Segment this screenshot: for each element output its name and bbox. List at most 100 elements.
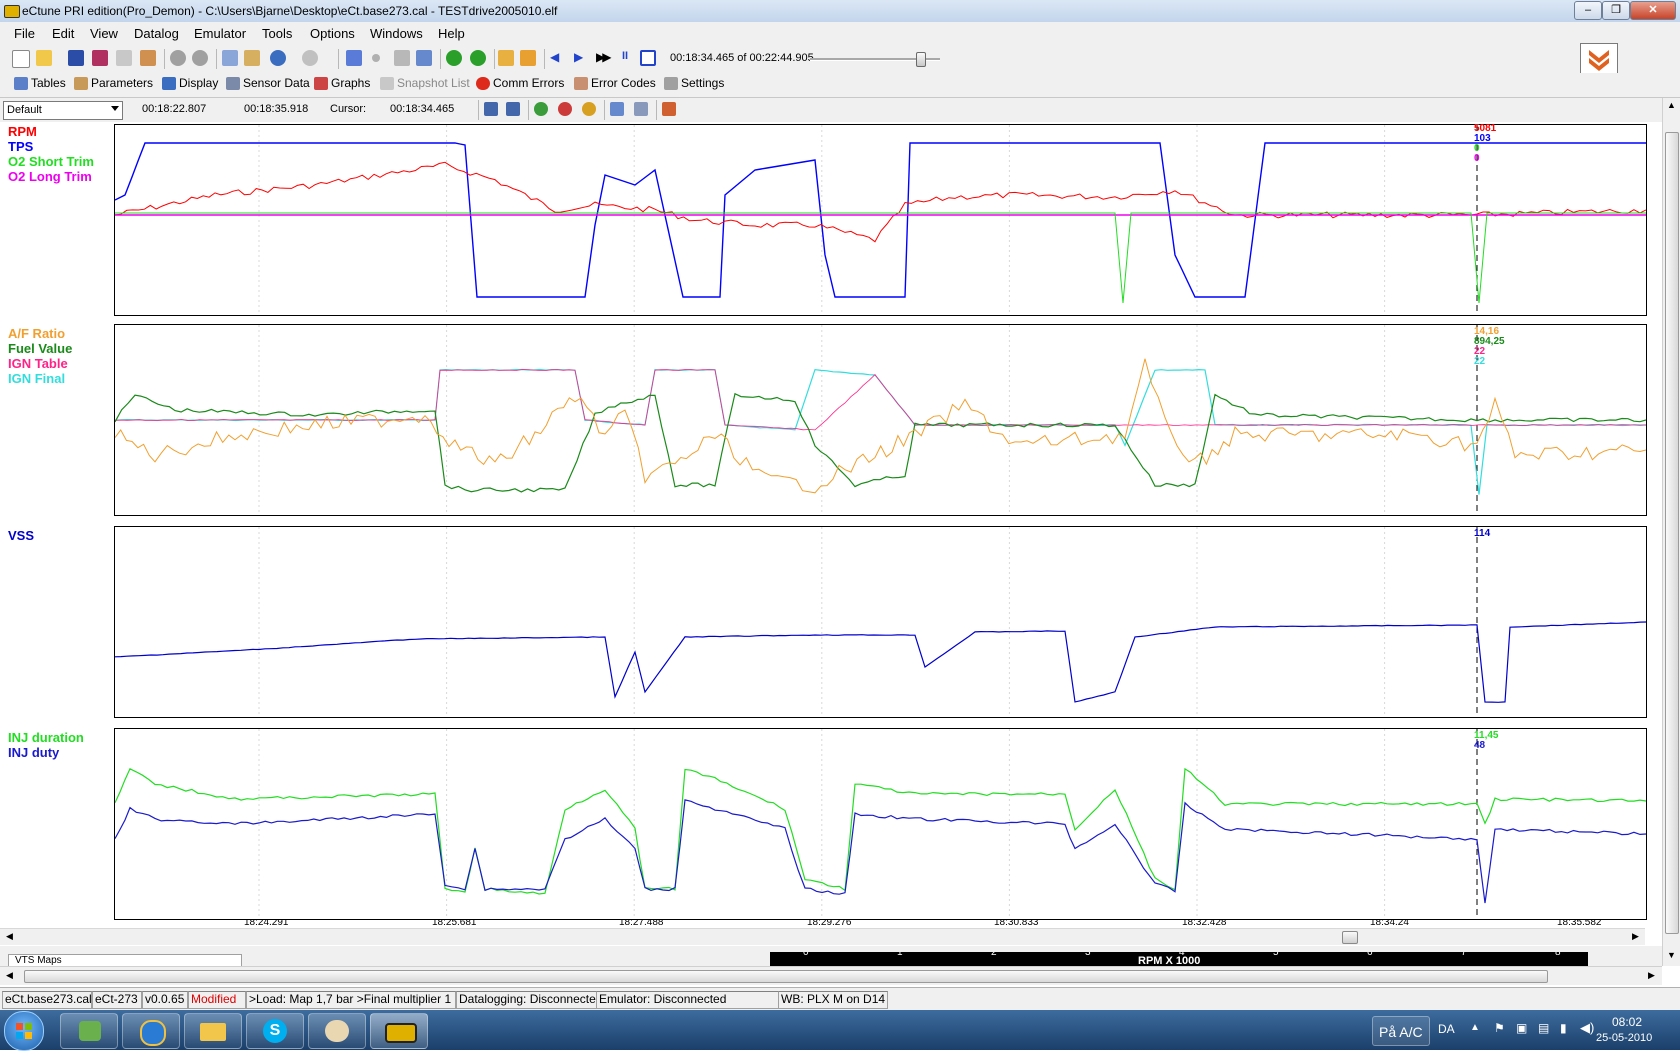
language-indicator[interactable]: DA [1438, 1022, 1455, 1036]
flag-icon[interactable]: ⚑ [1494, 1021, 1505, 1035]
connect-icon[interactable] [446, 50, 462, 66]
open-log-icon[interactable] [498, 50, 514, 66]
add-marker-icon[interactable] [610, 102, 624, 116]
restore-button[interactable]: ❐ [1602, 1, 1630, 20]
save-as-icon[interactable] [92, 50, 108, 66]
power-icon[interactable]: ▮ [1560, 1021, 1567, 1035]
taskbar-paint[interactable] [308, 1013, 366, 1049]
graphs-button[interactable]: Graphs [314, 76, 370, 90]
graph-panel-af-fuel-ign[interactable] [114, 324, 1647, 516]
volume-icon[interactable]: ◀) [1580, 1020, 1594, 1036]
taskbar-ie[interactable] [122, 1013, 180, 1049]
copy-icon[interactable] [222, 50, 238, 66]
datalog-graph-area[interactable]: RPM TPS O2 Short Trim O2 Long Trim 5081 … [0, 122, 1662, 934]
ac-status-button[interactable]: På A/C [1372, 1016, 1430, 1046]
align-left-icon[interactable] [484, 102, 498, 116]
display-button[interactable]: Display [162, 76, 218, 90]
scroll-right-icon[interactable]: ▶ [1648, 970, 1655, 981]
taskbar-skype[interactable]: S [246, 1013, 304, 1049]
save-log-icon[interactable] [520, 50, 536, 66]
menu-windows[interactable]: Windows [370, 26, 423, 41]
scroll-thumb[interactable] [1342, 931, 1358, 944]
paste-icon[interactable] [244, 50, 260, 66]
chip-burn-icon[interactable] [192, 50, 208, 66]
start-button[interactable] [4, 1011, 44, 1051]
scroll-down-icon[interactable]: ▼ [1667, 950, 1676, 960]
pause-icon[interactable]: II [622, 50, 638, 66]
play-icon[interactable]: ▶ [574, 50, 590, 66]
menu-help[interactable]: Help [438, 26, 465, 41]
graph-panel-vss[interactable] [114, 526, 1647, 718]
save-icon[interactable] [68, 50, 84, 66]
open-folder-icon[interactable] [36, 50, 52, 66]
stop-icon[interactable] [640, 50, 656, 66]
menu-edit[interactable]: Edit [52, 26, 74, 41]
window-horizontal-scrollbar[interactable]: ◀ ▶ [0, 966, 1662, 985]
undo-icon[interactable] [270, 50, 286, 66]
minimize-button[interactable]: – [1574, 1, 1602, 20]
parameters-button[interactable]: Parameters [74, 76, 153, 90]
cursor-value-inj-duty: 48 [1474, 740, 1486, 751]
error-codes-button[interactable]: Error Codes [574, 76, 656, 90]
zoom-out-icon[interactable] [558, 102, 572, 116]
import-icon[interactable] [140, 50, 156, 66]
ac-status-text: På A/C [1379, 1024, 1423, 1040]
network-tray-icon[interactable]: ▤ [1538, 1021, 1549, 1035]
pen-icon[interactable] [346, 50, 362, 66]
legend-panel-2: A/F Ratio Fuel Value IGN Table IGN Final [8, 326, 72, 386]
menu-datalog[interactable]: Datalog [134, 26, 179, 41]
settings-button[interactable]: Settings [664, 76, 724, 90]
compare-icon[interactable] [116, 50, 132, 66]
graph-preset-select[interactable]: Default [3, 101, 123, 120]
step-back-icon[interactable]: ◀ [550, 50, 566, 66]
window-scroll-thumb[interactable] [24, 970, 1548, 983]
snapshot-list-button[interactable]: Snapshot List [380, 76, 470, 90]
menu-file[interactable]: File [14, 26, 35, 41]
status-app-version: v0.0.65 [142, 991, 188, 1009]
record-icon[interactable] [372, 54, 380, 62]
zoom-reset-icon[interactable] [582, 102, 596, 116]
redo-icon[interactable] [302, 50, 318, 66]
graph-panel-inj[interactable] [114, 728, 1647, 920]
tray-app-icon[interactable]: ▣ [1516, 1021, 1527, 1035]
menu-options[interactable]: Options [310, 26, 355, 41]
close-button[interactable]: ✕ [1630, 1, 1676, 20]
taskbar-network-app[interactable] [60, 1013, 118, 1049]
zoom-in-icon[interactable] [534, 102, 548, 116]
graph-settings-icon[interactable] [662, 102, 676, 116]
scroll-right-icon[interactable]: ▶ [1632, 931, 1639, 942]
playback-slider[interactable] [810, 52, 940, 67]
new-file-icon[interactable] [12, 50, 30, 68]
taskbar-ectune[interactable] [370, 1013, 428, 1049]
vertical-scroll-thumb[interactable] [1665, 132, 1679, 934]
scroll-left-icon[interactable]: ◀ [6, 970, 13, 981]
tables-button[interactable]: Tables [14, 76, 66, 90]
menu-tools[interactable]: Tools [262, 26, 292, 41]
menu-view[interactable]: View [90, 26, 118, 41]
chip-icon[interactable] [170, 50, 186, 66]
vertical-scrollbar[interactable]: ▲ ▼ [1662, 98, 1680, 966]
clock-date[interactable]: 25-05-2010 [1596, 1032, 1652, 1044]
slider-thumb[interactable] [916, 52, 926, 67]
scroll-left-icon[interactable]: ◀ [6, 931, 13, 942]
clock-time[interactable]: 08:02 [1612, 1015, 1642, 1029]
graph-horizontal-scrollbar[interactable]: ◀ ▶ [0, 928, 1645, 945]
disk-icon[interactable] [394, 50, 410, 66]
fast-forward-icon[interactable]: ▶▶ [596, 50, 612, 66]
taskbar-explorer[interactable] [184, 1013, 242, 1049]
refresh-icon[interactable] [470, 50, 486, 66]
graph-panel-rpm-tps[interactable] [114, 124, 1647, 316]
comm-errors-button[interactable]: Comm Errors [476, 76, 564, 90]
trace-o2-short-trim [115, 212, 1646, 304]
sensor-data-button[interactable]: Sensor Data [226, 76, 310, 90]
log-file-icon[interactable] [416, 50, 432, 66]
menu-emulator[interactable]: Emulator [194, 26, 246, 41]
window-title: eCtune PRI edition(Pro_Demon) - C:\Users… [22, 4, 558, 18]
align-right-icon[interactable] [506, 102, 520, 116]
scroll-up-icon[interactable]: ▲ [1667, 100, 1676, 110]
cursor-value-vss: 114 [1474, 528, 1491, 539]
legend-rpm: RPM [8, 124, 37, 139]
graph-plot-rpm-tps [114, 125, 1647, 315]
remove-marker-icon[interactable] [634, 102, 648, 116]
show-hidden-icons-icon[interactable]: ▲ [1470, 1022, 1480, 1033]
